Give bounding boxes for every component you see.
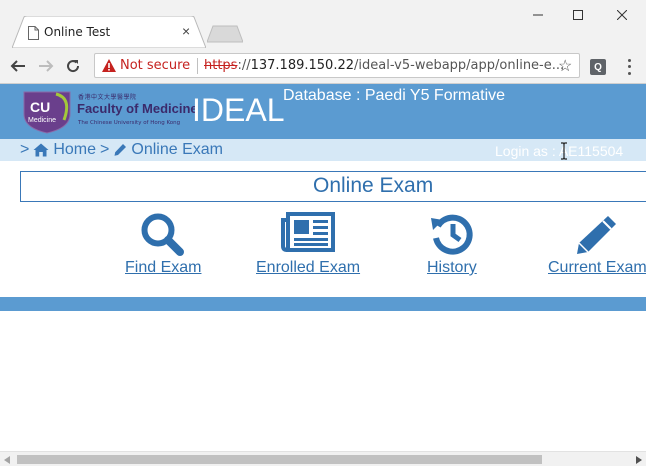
- database-label: Database : Paedi Y5 Formative: [283, 87, 506, 104]
- breadcrumb-prefix: >: [20, 141, 30, 158]
- reload-icon: [67, 60, 80, 73]
- history-button[interactable]: History: [427, 212, 477, 277]
- forward-button[interactable]: [36, 56, 56, 76]
- warning-icon: [102, 59, 116, 72]
- breadcrumb-bar: > Home > Online Exam Login as : AE115504: [0, 139, 646, 161]
- current-exam-label[interactable]: Current Exam: [548, 259, 646, 277]
- enrolled-exam-label[interactable]: Enrolled Exam: [256, 259, 360, 277]
- minimize-button[interactable]: [518, 0, 558, 30]
- page-title-box: Online Exam: [20, 171, 646, 202]
- newspaper-icon: [281, 212, 336, 252]
- search-icon: [141, 213, 185, 256]
- page-title: Online Exam: [313, 174, 434, 197]
- browser-title-bar: Online Test ×: [0, 0, 646, 48]
- maximize-icon: [573, 10, 583, 20]
- logo-chinese-name: 香港中文大學醫學院: [78, 94, 137, 101]
- url-scheme: https: [204, 58, 238, 73]
- logo-cu-text: CU: [30, 99, 50, 115]
- breadcrumb-current: Online Exam: [131, 141, 223, 158]
- page-icon: [28, 26, 39, 40]
- browser-tab[interactable]: Online Test ×: [12, 16, 206, 48]
- footer-band: [0, 297, 646, 311]
- history-label[interactable]: History: [427, 259, 477, 277]
- url-path: /ideal-v5-webapp/app/online-e...: [354, 58, 565, 73]
- url-separator: ://: [237, 58, 251, 73]
- faculty-logo[interactable]: CU Medicine 香港中文大學醫學院 Faculty of Medicin…: [20, 88, 198, 134]
- back-button[interactable]: [8, 56, 28, 76]
- omnibox-divider: [197, 58, 198, 74]
- scroll-right-icon[interactable]: [634, 455, 644, 464]
- url-host: 137.189.150.22: [250, 58, 354, 73]
- find-exam-button[interactable]: Find Exam: [125, 212, 201, 277]
- logo-medicine-text: Medicine: [28, 117, 56, 124]
- app-name: IDEAL: [192, 92, 285, 128]
- history-icon: [430, 214, 473, 255]
- cu-medicine-shield-icon: CU Medicine: [20, 88, 74, 134]
- security-status[interactable]: Not secure: [120, 58, 190, 73]
- site-header: CU Medicine 香港中文大學醫學院 Faculty of Medicin…: [0, 84, 646, 139]
- current-exam-button[interactable]: Current Exam: [548, 212, 646, 277]
- close-icon: [617, 10, 627, 20]
- breadcrumb-separator: >: [100, 141, 110, 158]
- browser-toolbar: Not secure https://137.189.150.22/ideal-…: [0, 48, 646, 84]
- logo-faculty-name: Faculty of Medicine: [77, 101, 198, 116]
- browser-menu-icon[interactable]: [625, 57, 633, 77]
- pencil-icon: [577, 216, 617, 254]
- tab-title: Online Test: [44, 25, 111, 39]
- extension-icon[interactable]: Q: [590, 59, 606, 75]
- arrow-right-icon: [39, 60, 54, 72]
- logo-university-name: The Chinese University of Hong Kong: [78, 120, 181, 126]
- maximize-button[interactable]: [558, 0, 598, 30]
- new-tab-button[interactable]: [207, 25, 243, 43]
- tab-close-icon[interactable]: ×: [182, 23, 190, 39]
- url-text[interactable]: https://137.189.150.22/ideal-v5-webapp/a…: [204, 58, 564, 73]
- scroll-left-icon[interactable]: [2, 455, 12, 464]
- breadcrumb-home-link[interactable]: Home: [53, 141, 96, 159]
- scrollbar-thumb[interactable]: [17, 455, 542, 464]
- enrolled-exam-button[interactable]: Enrolled Exam: [256, 212, 360, 277]
- close-window-button[interactable]: [602, 0, 642, 30]
- minimize-icon: [533, 14, 543, 16]
- reload-button[interactable]: [63, 56, 83, 76]
- pencil-icon: [114, 144, 127, 156]
- home-icon[interactable]: [33, 143, 49, 157]
- address-bar[interactable]: Not secure https://137.189.150.22/ideal-…: [94, 53, 580, 78]
- bookmark-star-icon[interactable]: ☆: [558, 56, 572, 76]
- find-exam-label[interactable]: Find Exam: [125, 259, 201, 277]
- text-cursor-icon: [561, 142, 567, 160]
- horizontal-scrollbar[interactable]: [0, 451, 646, 466]
- arrow-left-icon: [10, 60, 25, 72]
- breadcrumb: > Home > Online Exam: [20, 141, 223, 159]
